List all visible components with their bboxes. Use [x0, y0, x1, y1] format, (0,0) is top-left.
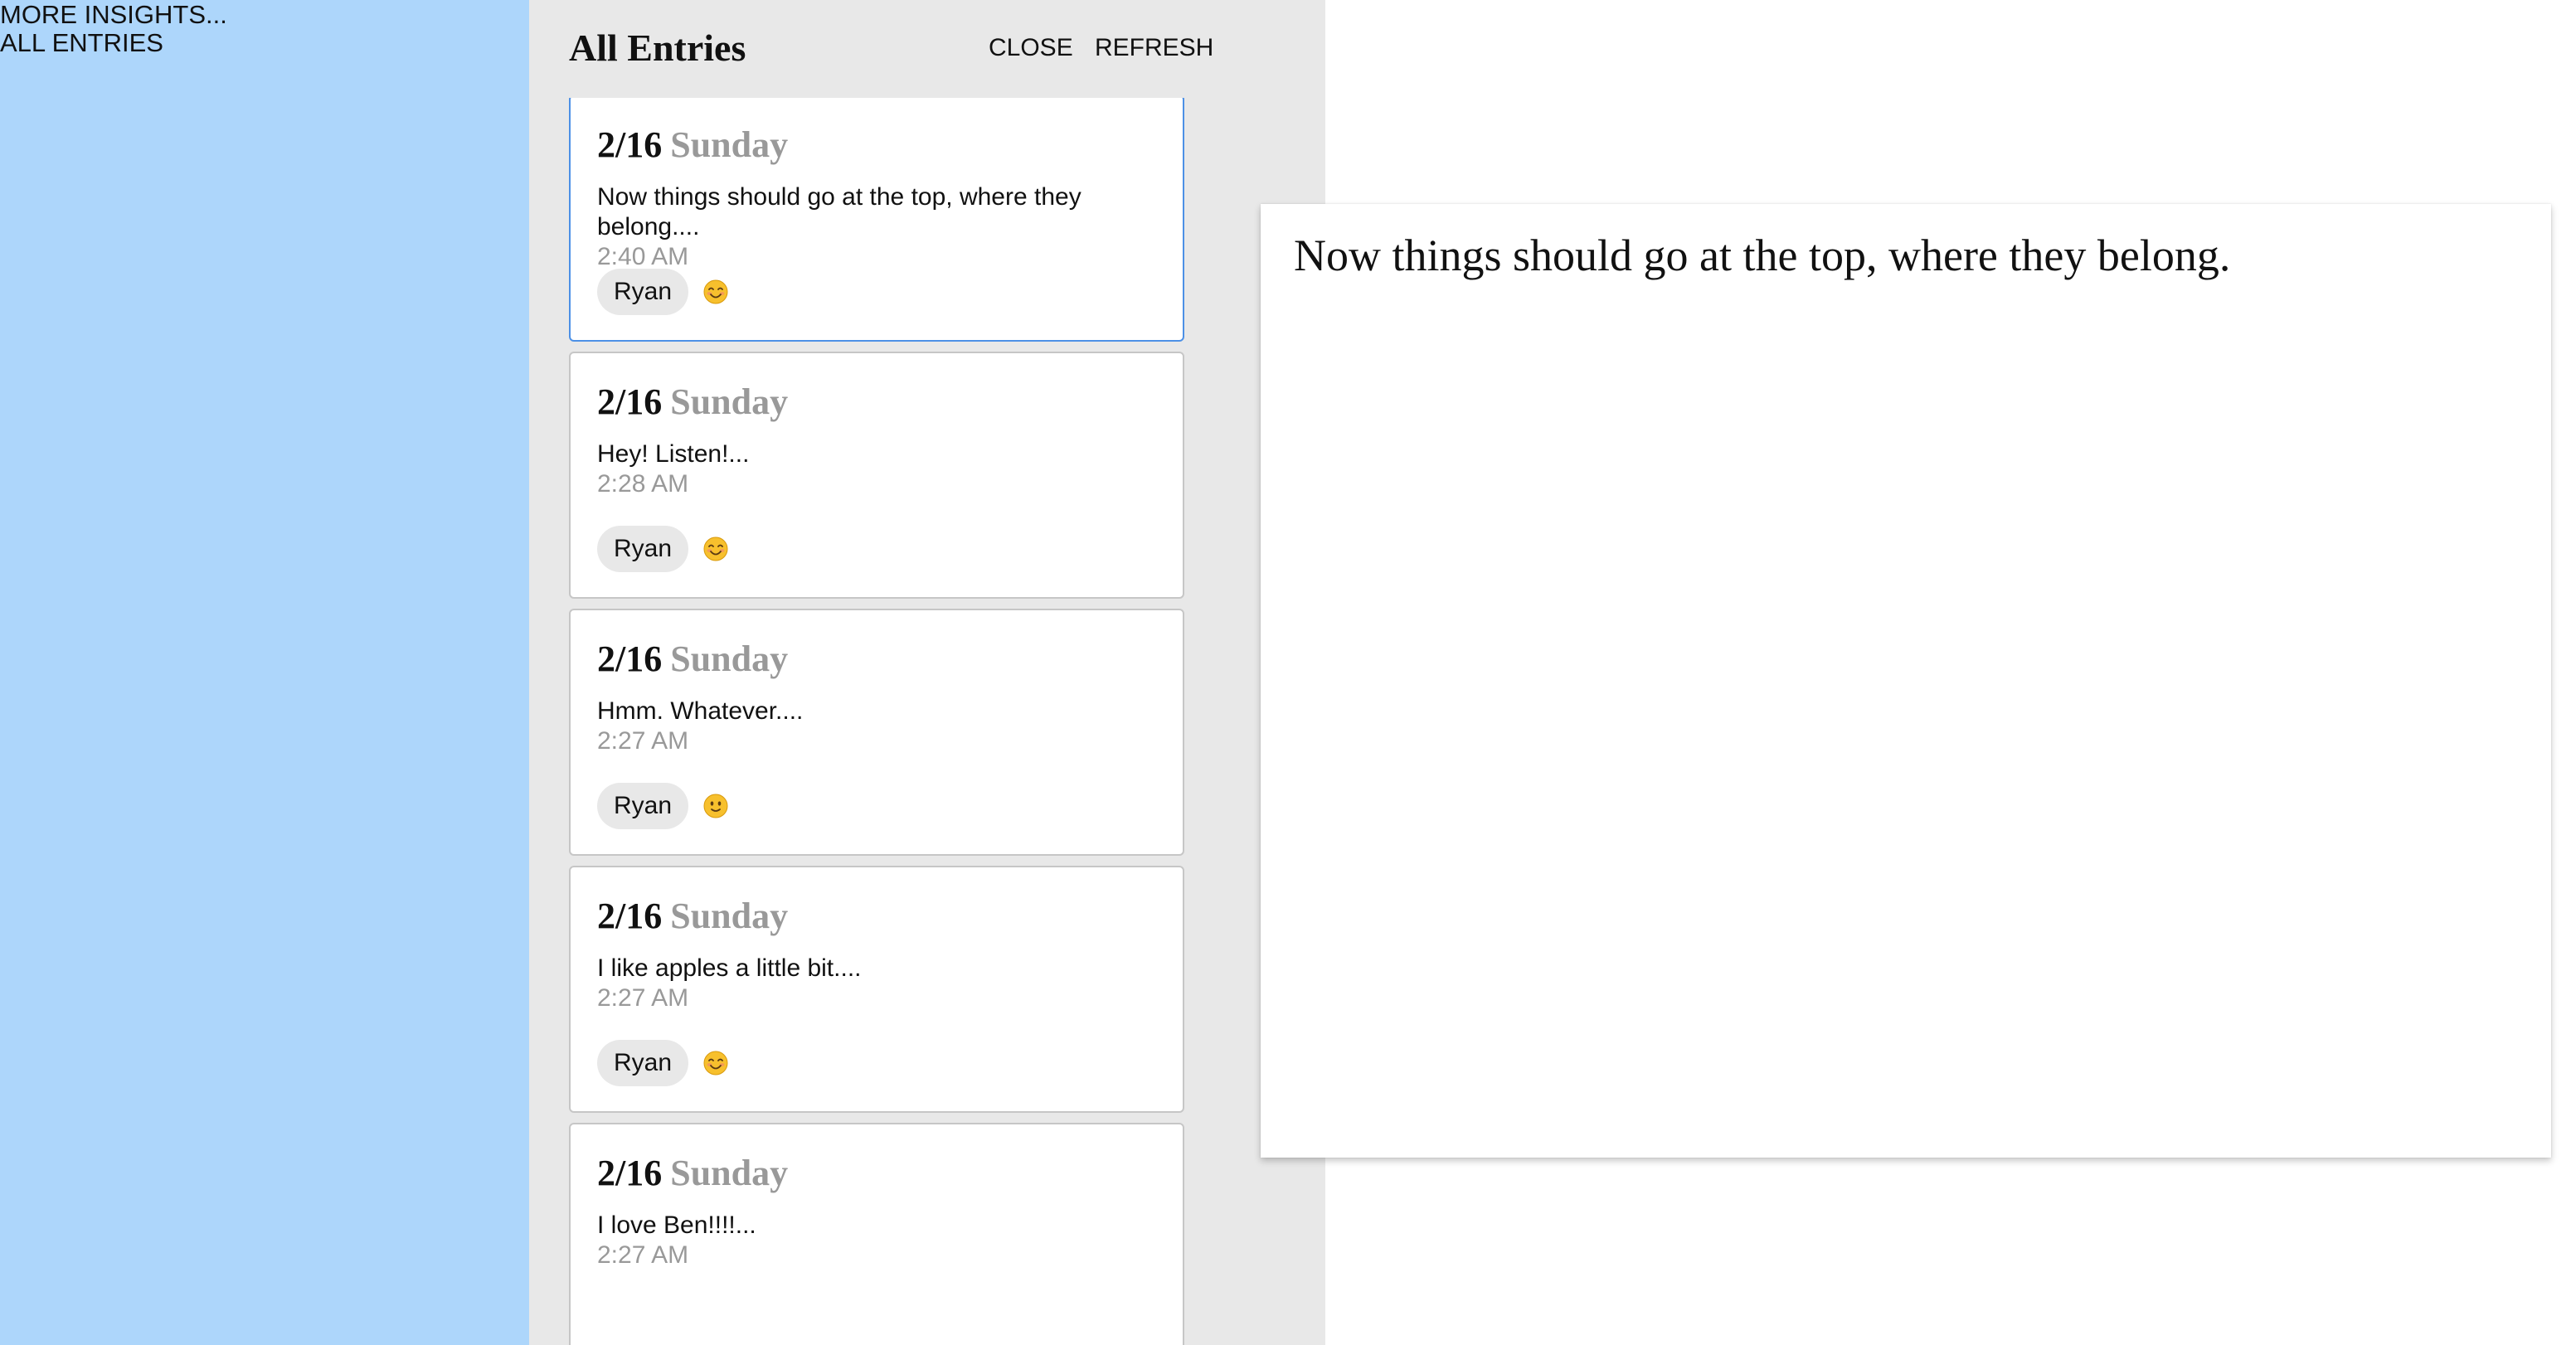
entry-footer: Ryan — [597, 1040, 728, 1086]
entry-date-weekday: Sunday — [670, 639, 789, 679]
entry-date: 2/16 Sunday — [597, 1151, 788, 1196]
entry-detail-text[interactable]: Now things should go at the top, where t… — [1294, 229, 2230, 282]
entry-date-number: 2/16 — [597, 124, 663, 165]
entry-time: 2:27 AM — [597, 727, 689, 755]
entry-date: 2/16 Sunday — [597, 380, 788, 425]
entry-preview-text: Now things should go at the top, where t… — [597, 183, 1081, 240]
entries-panel: 2/16SundayRyan2/16SundayNow things shoul… — [529, 0, 1325, 1345]
slightly-smiling-face-icon — [703, 794, 728, 818]
entry-preview: Hey! Listen!... 2:28 AM — [597, 439, 1128, 499]
entry-date-weekday: Sunday — [670, 1153, 789, 1193]
entry-preview-text: Hmm. Whatever.... — [597, 697, 804, 725]
entry-preview: I like apples a little bit.... 2:27 AM — [597, 954, 1128, 1013]
entry-footer: Ryan — [597, 526, 728, 572]
smiling-face-icon — [703, 537, 728, 561]
page-title: All Entries — [569, 27, 746, 69]
entry-preview-text: I like apples a little bit.... — [597, 954, 862, 982]
entry-footer: Ryan — [597, 269, 728, 315]
entry-detail-pane: Now things should go at the top, where t… — [1261, 204, 2551, 1158]
entry-time: 2:28 AM — [597, 470, 689, 498]
refresh-button[interactable]: REFRESH — [1095, 32, 1213, 65]
entry-date-weekday: Sunday — [670, 124, 789, 165]
entry-date-weekday: Sunday — [670, 896, 789, 936]
entry-date-number: 2/16 — [597, 1153, 663, 1193]
smiling-face-icon — [703, 1051, 728, 1076]
entry-preview: Now things should go at the top, where t… — [597, 182, 1128, 272]
sidebar: MORE INSIGHTS... ALL ENTRIES — [0, 0, 529, 1345]
entry-card[interactable]: 2/16 Sunday Now things should go at the to… — [569, 98, 1184, 342]
entry-date-weekday: Sunday — [670, 381, 789, 422]
author-tag[interactable]: Ryan — [597, 526, 689, 572]
entry-time: 2:27 AM — [597, 984, 689, 1012]
close-button[interactable]: CLOSE — [989, 32, 1073, 65]
entry-preview: I love Ben!!!!... 2:27 AM — [597, 1211, 1128, 1270]
entry-card[interactable]: 2/16 Sunday I love Ben!!!!... 2:27 AM — [569, 1123, 1184, 1345]
entry-time: 2:27 AM — [597, 1241, 689, 1269]
entry-footer: Ryan — [597, 783, 728, 829]
entry-preview-text: I love Ben!!!!... — [597, 1211, 756, 1239]
entry-date: 2/16 Sunday — [597, 894, 788, 939]
entries-header: All Entries CLOSE REFRESH — [529, 0, 1325, 98]
author-tag[interactable]: Ryan — [597, 1040, 689, 1086]
author-tag[interactable]: Ryan — [597, 269, 689, 315]
entry-preview: Hmm. Whatever.... 2:27 AM — [597, 697, 1128, 756]
entry-date: 2/16 Sunday — [597, 123, 788, 168]
app-root: MORE INSIGHTS... ALL ENTRIES 2/16SundayR… — [0, 0, 2576, 1345]
entry-date-number: 2/16 — [597, 896, 663, 936]
smiling-face-icon — [703, 279, 728, 304]
entry-date-number: 2/16 — [597, 639, 663, 679]
entry-time: 2:40 AM — [597, 243, 689, 270]
entry-date: 2/16 Sunday — [597, 637, 788, 682]
all-entries-link[interactable]: ALL ENTRIES — [0, 28, 163, 58]
entry-card[interactable]: 2/16 Sunday Hmm. Whatever.... 2:27 AM Ryan — [569, 609, 1184, 856]
more-insights-link[interactable]: MORE INSIGHTS... — [0, 0, 227, 30]
entry-date-number: 2/16 — [597, 381, 663, 422]
author-tag[interactable]: Ryan — [597, 783, 689, 829]
entry-card[interactable]: 2/16 Sunday I like apples a little bit....… — [569, 866, 1184, 1113]
entry-card[interactable]: 2/16 Sunday Hey! Listen!... 2:28 AM Ryan — [569, 352, 1184, 599]
entry-preview-text: Hey! Listen!... — [597, 440, 750, 468]
entries-list[interactable]: 2/16SundayRyan2/16SundayNow things shoul… — [529, 98, 1325, 1345]
